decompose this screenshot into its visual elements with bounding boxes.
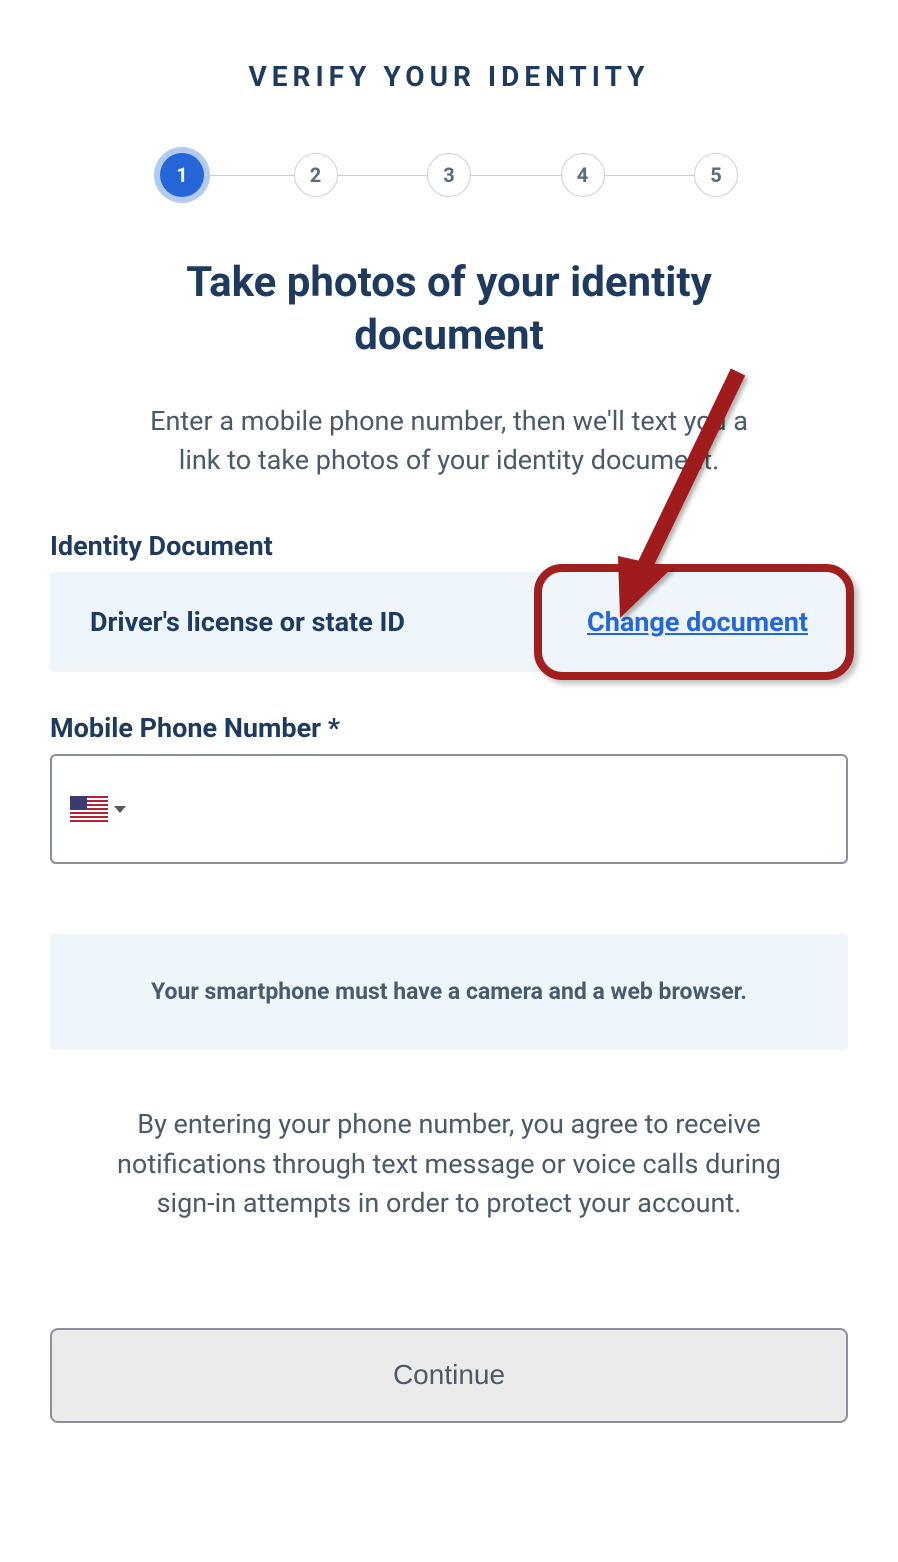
change-document-link[interactable]: Change document	[587, 606, 808, 638]
identity-document-label: Identity Document	[50, 530, 848, 562]
step-line	[605, 175, 695, 176]
chevron-down-icon	[114, 806, 126, 813]
step-3: 3	[427, 153, 471, 197]
step-line	[471, 175, 561, 176]
step-line	[204, 175, 294, 176]
step-1: 1	[160, 153, 204, 197]
info-notice-box: Your smartphone must have a camera and a…	[50, 934, 848, 1050]
step-2: 2	[294, 153, 338, 197]
step-4: 4	[561, 153, 605, 197]
identity-document-box: Driver's license or state ID Change docu…	[50, 572, 848, 672]
progress-stepper: 1 2 3 4 5	[50, 153, 848, 197]
us-flag-icon	[70, 796, 108, 822]
agreement-text: By entering your phone number, you agree…	[50, 1105, 848, 1222]
identity-document-value: Driver's license or state ID	[90, 606, 405, 638]
continue-button[interactable]: Continue	[50, 1328, 848, 1423]
page-title: VERIFY YOUR IDENTITY	[50, 60, 848, 93]
country-code-selector[interactable]	[66, 792, 130, 826]
main-heading: Take photos of your identity document	[50, 257, 848, 362]
step-line	[338, 175, 428, 176]
info-notice-text: Your smartphone must have a camera and a…	[130, 976, 768, 1008]
phone-number-label: Mobile Phone Number *	[50, 712, 848, 744]
step-5: 5	[694, 153, 738, 197]
phone-number-input[interactable]	[50, 754, 848, 864]
description-text: Enter a mobile phone number, then we'll …	[50, 402, 848, 480]
